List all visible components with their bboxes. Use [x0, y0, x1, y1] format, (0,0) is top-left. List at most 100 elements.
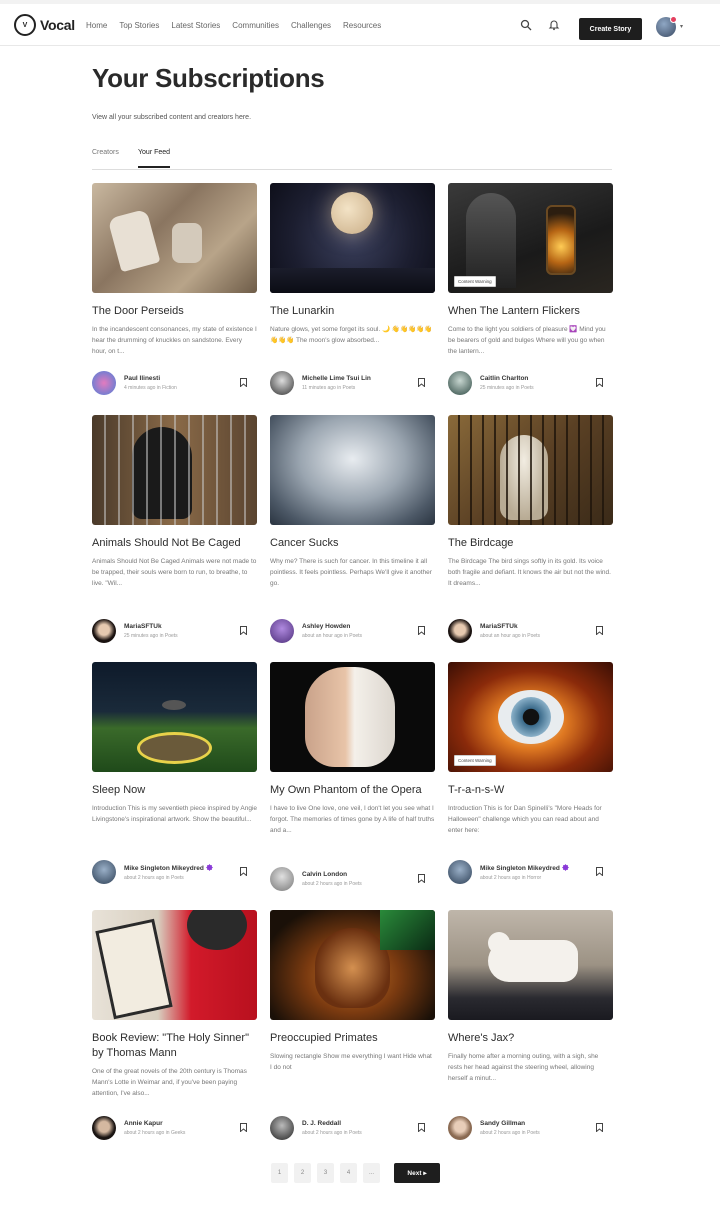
- story-image[interactable]: [270, 183, 435, 293]
- page-title: Your Subscriptions: [92, 63, 325, 93]
- author-name[interactable]: Annie Kapur: [124, 1120, 185, 1127]
- author-name[interactable]: Mike Singleton Mikeydred: [480, 863, 580, 872]
- story-meta: 25 minutes ago in Poets: [124, 633, 178, 639]
- create-story-button[interactable]: Create Story: [579, 18, 642, 40]
- author-name[interactable]: Calvin London: [302, 871, 362, 878]
- avatar[interactable]: [448, 619, 472, 643]
- story-author: Mike Singleton Mikeydred about 2 hours ag…: [92, 860, 257, 884]
- bookmark-icon[interactable]: [596, 378, 603, 387]
- author-name[interactable]: MariaSFTUk: [480, 623, 540, 630]
- story-title[interactable]: Sleep Now: [92, 783, 257, 798]
- story-image[interactable]: [270, 910, 435, 1020]
- author-name[interactable]: Ashley Howden: [302, 623, 362, 630]
- story-title[interactable]: The Birdcage: [448, 536, 613, 551]
- avatar[interactable]: [270, 1116, 294, 1140]
- bookmark-icon[interactable]: [240, 867, 247, 876]
- story-title[interactable]: The Lunarkin: [270, 304, 435, 319]
- author-name[interactable]: Sandy Gillman: [480, 1120, 540, 1127]
- story-card[interactable]: The Birdcage The Birdcage The bird sings…: [448, 415, 613, 589]
- story-image[interactable]: [448, 415, 613, 525]
- author-name[interactable]: Caitlin Charlton: [480, 375, 534, 382]
- nav-link-resources[interactable]: Resources: [343, 21, 381, 30]
- story-image[interactable]: [270, 415, 435, 525]
- avatar[interactable]: [270, 371, 294, 395]
- page-button-3[interactable]: 3: [317, 1163, 334, 1183]
- story-image[interactable]: [92, 910, 257, 1020]
- nav-link-latest-stories[interactable]: Latest Stories: [171, 21, 220, 30]
- search-icon[interactable]: [520, 19, 532, 31]
- page-subtitle: View all your subscribed content and cre…: [92, 114, 252, 121]
- story-card[interactable]: Animals Should Not Be Caged Animals Shou…: [92, 415, 257, 589]
- next-page-button[interactable]: Next ▸: [394, 1163, 440, 1183]
- avatar[interactable]: [270, 619, 294, 643]
- story-title[interactable]: My Own Phantom of the Opera: [270, 783, 435, 798]
- bookmark-icon[interactable]: [240, 626, 247, 635]
- bookmark-icon[interactable]: [596, 867, 603, 876]
- avatar[interactable]: [92, 860, 116, 884]
- bookmark-icon[interactable]: [240, 1123, 247, 1132]
- author-name[interactable]: Paul Ilinesti: [124, 375, 177, 382]
- tab-creators[interactable]: Creators: [92, 149, 119, 166]
- bookmark-icon[interactable]: [418, 1123, 425, 1132]
- story-title[interactable]: The Door Perseids: [92, 304, 257, 319]
- author-name[interactable]: MariaSFTUk: [124, 623, 178, 630]
- story-card[interactable]: The Lunarkin Nature glows, yet some forg…: [270, 183, 435, 346]
- avatar[interactable]: [448, 371, 472, 395]
- avatar[interactable]: [92, 619, 116, 643]
- author-name[interactable]: Mike Singleton Mikeydred: [124, 863, 224, 872]
- story-author: Mike Singleton Mikeydred about 2 hours ag…: [448, 860, 613, 884]
- nav-link-home[interactable]: Home: [86, 21, 107, 30]
- avatar[interactable]: [92, 1116, 116, 1140]
- bookmark-icon[interactable]: [240, 378, 247, 387]
- story-card[interactable]: The Door Perseids In the incandescent co…: [92, 183, 257, 357]
- story-title[interactable]: When The Lantern Flickers: [448, 304, 613, 319]
- page-button-1[interactable]: 1: [271, 1163, 288, 1183]
- story-image[interactable]: [270, 662, 435, 772]
- bell-icon[interactable]: [548, 19, 560, 31]
- story-card[interactable]: Preoccupied Primates Slowing rectangle S…: [270, 910, 435, 1073]
- bookmark-icon[interactable]: [418, 378, 425, 387]
- story-image[interactable]: Content Warning: [448, 662, 613, 772]
- chevron-right-icon: ▸: [423, 1170, 427, 1177]
- story-image[interactable]: [92, 415, 257, 525]
- story-title[interactable]: Book Review: "The Holy Sinner" by Thomas…: [92, 1031, 257, 1061]
- story-excerpt: The Birdcage The bird sings softly in it…: [448, 558, 611, 587]
- page-button-4[interactable]: 4: [340, 1163, 357, 1183]
- story-card[interactable]: Sleep Now Introduction This is my sevent…: [92, 662, 257, 825]
- bookmark-icon[interactable]: [418, 874, 425, 883]
- tab-your-feed[interactable]: Your Feed: [138, 149, 171, 168]
- story-image[interactable]: [92, 183, 257, 293]
- avatar[interactable]: [448, 1116, 472, 1140]
- story-title[interactable]: Where's Jax?: [448, 1031, 613, 1046]
- story-card[interactable]: Cancer Sucks Why me? There is such for c…: [270, 415, 435, 589]
- story-image[interactable]: [448, 910, 613, 1020]
- avatar[interactable]: [448, 860, 472, 884]
- story-card[interactable]: Book Review: "The Holy Sinner" by Thomas…: [92, 910, 257, 1099]
- chevron-down-icon[interactable]: ▾: [680, 23, 683, 30]
- bookmark-icon[interactable]: [596, 626, 603, 635]
- avatar[interactable]: [270, 867, 294, 891]
- story-card[interactable]: Content Warning T-r-a-n-s-W Introduction…: [448, 662, 613, 836]
- nav-link-challenges[interactable]: Challenges: [291, 21, 331, 30]
- story-card[interactable]: Content Warning When The Lantern Flicker…: [448, 183, 613, 357]
- nav-link-top-stories[interactable]: Top Stories: [119, 21, 159, 30]
- story-card[interactable]: My Own Phantom of the Opera I have to li…: [270, 662, 435, 836]
- vocal-logo[interactable]: V Vocal: [14, 14, 75, 36]
- story-author: Caitlin Charlton 25 minutes ago in Poets: [448, 371, 613, 395]
- story-image[interactable]: Content Warning: [448, 183, 613, 293]
- avatar[interactable]: [92, 371, 116, 395]
- story-card[interactable]: Where's Jax? Finally home after a mornin…: [448, 910, 613, 1084]
- page-button-2[interactable]: 2: [294, 1163, 311, 1183]
- author-name[interactable]: D. J. Reddall: [302, 1120, 362, 1127]
- bookmark-icon[interactable]: [596, 1123, 603, 1132]
- story-title[interactable]: Animals Should Not Be Caged: [92, 536, 257, 551]
- story-title[interactable]: Cancer Sucks: [270, 536, 435, 551]
- story-image[interactable]: [92, 662, 257, 772]
- story-title[interactable]: Preoccupied Primates: [270, 1031, 435, 1046]
- story-title[interactable]: T-r-a-n-s-W: [448, 783, 613, 798]
- author-name[interactable]: Michelle Lime Tsui Lin: [302, 375, 371, 382]
- bookmark-icon[interactable]: [418, 626, 425, 635]
- story-excerpt: Animals Should Not Be Caged Animals were…: [92, 558, 257, 587]
- story-author: D. J. Reddall about 2 hours ago in Poets: [270, 1116, 435, 1140]
- nav-link-communities[interactable]: Communities: [232, 21, 279, 30]
